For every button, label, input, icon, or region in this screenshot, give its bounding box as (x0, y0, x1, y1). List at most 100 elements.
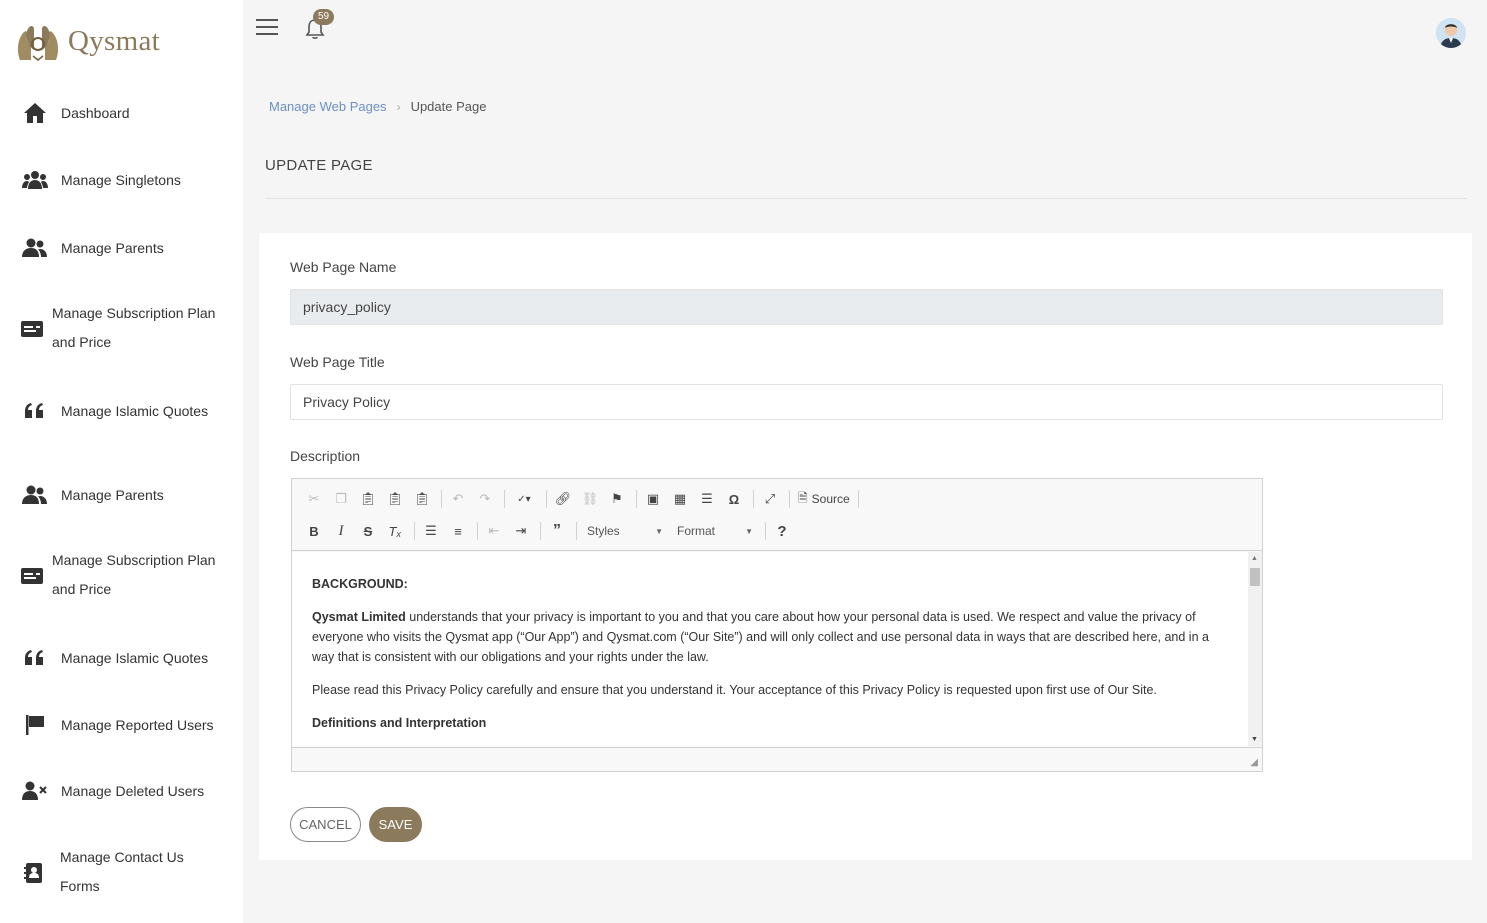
scroll-down-arrow-icon[interactable]: ▼ (1251, 736, 1258, 743)
sidebar-item-manage-subscription[interactable]: Manage Subscription Plan and Price (0, 299, 243, 358)
toolbar-separator (857, 490, 859, 508)
blockquote-icon[interactable]: ” (545, 520, 569, 542)
italic-icon[interactable]: I (329, 520, 353, 542)
spellcheck-icon[interactable]: ✓▾ (509, 488, 539, 510)
paste-word-icon[interactable]: 📋︎ (410, 488, 434, 510)
contact-card-icon (21, 861, 47, 885)
card-icon (19, 317, 45, 341)
toolbar-separator (765, 522, 766, 540)
card-icon (19, 564, 45, 588)
web-page-title-label: Web Page Title (290, 354, 385, 370)
users-icon (22, 168, 48, 192)
help-icon[interactable]: ? (770, 520, 794, 542)
format-dropdown[interactable]: Format ▼ (671, 524, 759, 538)
page-title: UPDATE PAGE (265, 157, 373, 174)
editor-content-area[interactable]: BACKGROUND: Qysmat Limited understands t… (292, 552, 1248, 746)
user-group-icon (22, 236, 48, 260)
toolbar-separator (441, 490, 442, 508)
copy-icon[interactable]: ❐ (329, 488, 353, 510)
sidebar-item-label-line2: and Price (52, 581, 112, 597)
sidebar-item-manage-contact-us[interactable]: Manage Contact Us Forms (0, 843, 243, 902)
format-label: Format (677, 524, 716, 538)
toolbar-separator (477, 522, 478, 540)
horizontal-rule-icon[interactable]: ☰ (695, 488, 719, 510)
sidebar-item-manage-islamic-quotes-2[interactable]: Manage Islamic Quotes (0, 643, 243, 673)
save-button[interactable]: SAVE (369, 807, 422, 842)
sidebar-item-manage-parents[interactable]: Manage Parents (0, 233, 243, 263)
editor-status-bar: ◢ (292, 747, 1262, 771)
sidebar-item-manage-reported-users[interactable]: Manage Reported Users (0, 710, 243, 740)
web-page-name-input[interactable] (290, 289, 1443, 325)
resize-handle-icon[interactable]: ◢ (1250, 757, 1258, 768)
caret-down-icon: ▼ (655, 526, 663, 536)
source-icon: 🗎︎ (798, 490, 808, 505)
sidebar-item-manage-islamic-quotes[interactable]: Manage Islamic Quotes (0, 396, 243, 426)
sidebar: Qysmat Dashboard Manage Singletons Manag… (0, 0, 243, 923)
scrollbar-thumb[interactable] (1250, 568, 1260, 586)
sidebar-item-manage-parents-2[interactable]: Manage Parents (0, 480, 243, 510)
bold-icon[interactable]: B (302, 520, 326, 542)
sidebar-item-label: Dashboard (61, 104, 130, 121)
scroll-up-arrow-icon[interactable]: ▲ (1251, 555, 1258, 562)
sidebar-item-label-line1: Manage Subscription Plan (52, 552, 216, 568)
app-name: Qysmat (68, 24, 161, 57)
user-group-icon (22, 483, 48, 507)
strikethrough-icon[interactable]: S (356, 520, 380, 542)
flag-icon (22, 713, 48, 737)
unlink-icon[interactable]: ⛓︎ (578, 488, 602, 510)
chevron-right-icon: › (396, 99, 401, 114)
cut-icon[interactable]: ✂ (302, 488, 326, 510)
sidebar-item-label: Manage Deleted Users (61, 782, 205, 799)
table-icon[interactable]: ▦ (668, 488, 692, 510)
content-company-name: Qysmat Limited (312, 610, 406, 624)
numbered-list-icon[interactable]: ☰ (419, 520, 443, 542)
quote-icon (22, 399, 48, 423)
user-remove-icon (22, 779, 48, 803)
toolbar-separator (636, 490, 637, 508)
remove-format-icon[interactable]: Tₓ (383, 520, 407, 542)
hamburger-menu-icon[interactable] (256, 19, 278, 37)
toolbar-separator (540, 522, 541, 540)
source-label: Source (811, 492, 850, 506)
image-icon[interactable]: ▣ (641, 488, 665, 510)
breadcrumb-current: Update Page (410, 99, 487, 114)
outdent-icon[interactable]: ⇤ (482, 520, 506, 542)
sidebar-item-label-line2: Forms (60, 878, 100, 894)
undo-icon[interactable]: ↶ (446, 488, 470, 510)
sidebar-item-label: Manage Reported Users (61, 716, 214, 733)
breadcrumb-link-manage-web-pages[interactable]: Manage Web Pages (269, 99, 387, 114)
content-subheading: Definitions and Interpretation (312, 716, 487, 730)
rich-text-editor: ✂ ❐ 📋︎ 📋︎ 📋︎ ↶ ↷ ✓▾ 🔗︎ ⛓︎ ⚑ ▣ ▦ ☰ Ω ⤢ 🗎︎… (291, 478, 1263, 772)
app-logo[interactable]: Qysmat (14, 20, 160, 62)
maximize-icon[interactable]: ⤢ (758, 488, 782, 510)
quote-icon (22, 646, 48, 670)
sidebar-item-label: Manage Singletons (61, 171, 181, 188)
toolbar-separator (576, 522, 577, 540)
special-char-icon[interactable]: Ω (722, 488, 746, 510)
anchor-flag-icon[interactable]: ⚑ (605, 488, 629, 510)
redo-icon[interactable]: ↷ (473, 488, 497, 510)
toolbar-separator (753, 490, 754, 508)
styles-dropdown[interactable]: Styles ▼ (581, 524, 669, 538)
paste-text-icon[interactable]: 📋︎ (383, 488, 407, 510)
sidebar-item-label: Manage Parents (61, 486, 164, 503)
link-icon[interactable]: 🔗︎ (551, 488, 575, 510)
cancel-button[interactable]: CANCEL (290, 807, 361, 842)
sidebar-item-label-line2: and Price (52, 334, 112, 350)
sidebar-item-dashboard[interactable]: Dashboard (0, 98, 243, 128)
editor-scrollbar[interactable]: ▲ ▼ (1248, 552, 1262, 746)
notification-count-badge: 59 (313, 9, 335, 25)
toolbar-separator (546, 490, 547, 508)
content-heading: BACKGROUND: (312, 577, 408, 591)
sidebar-item-manage-singletons[interactable]: Manage Singletons (0, 165, 243, 195)
paste-icon[interactable]: 📋︎ (356, 488, 380, 510)
toolbar-separator (414, 522, 415, 540)
sidebar-item-manage-deleted-users[interactable]: Manage Deleted Users (0, 776, 243, 806)
sidebar-item-manage-subscription-2[interactable]: Manage Subscription Plan and Price (0, 546, 243, 605)
source-button[interactable]: 🗎︎ Source (794, 489, 854, 510)
bulleted-list-icon[interactable]: ≡ (446, 520, 470, 542)
user-avatar[interactable] (1436, 18, 1466, 48)
indent-icon[interactable]: ⇥ (509, 520, 533, 542)
sidebar-item-label: Manage Islamic Quotes (61, 649, 209, 666)
web-page-title-input[interactable] (290, 384, 1443, 420)
